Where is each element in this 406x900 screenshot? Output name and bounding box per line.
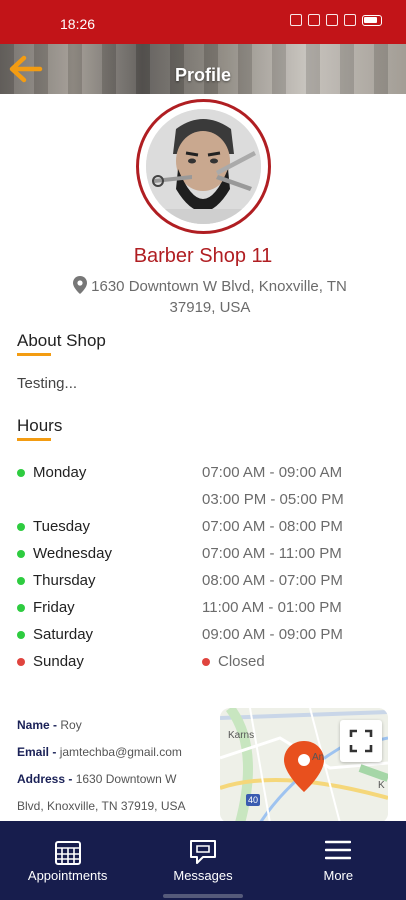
signal-icon: [344, 14, 356, 26]
gesture-handle: [163, 894, 243, 898]
open-status-dot: [17, 604, 25, 612]
nav-appointments-label: Appointments: [27, 868, 108, 883]
hours-day: Wednesday: [33, 545, 112, 562]
about-underline: [17, 353, 51, 356]
map-route-shield: 40: [248, 795, 259, 805]
contact-email[interactable]: jamtechba@gmail.com: [60, 745, 182, 759]
hours-row: Thursday 08:00 AM - 07:00 PM: [0, 569, 406, 593]
fullscreen-icon: [349, 729, 373, 753]
hours-time: 07:00 AM - 08:00 PM: [202, 518, 343, 535]
shop-address-text: 1630 Downtown W Blvd, Knoxville, TN 3791…: [91, 278, 347, 316]
hours-time: 07:00 AM - 11:00 PM: [202, 545, 342, 562]
contact-details: Name - Roy Email - jamtechba@gmail.com A…: [17, 712, 212, 820]
status-bar: 18:26: [0, 0, 406, 44]
location-map[interactable]: Karns An K 40: [220, 708, 388, 823]
open-status-dot: [17, 523, 25, 531]
contact-name-row: Name - Roy: [17, 712, 212, 739]
hours-day: Saturday: [33, 626, 94, 643]
open-status-dot: [17, 631, 25, 639]
shop-name: Barber Shop 11: [133, 245, 273, 267]
fullscreen-button[interactable]: [340, 720, 382, 762]
shop-avatar-frame: [136, 99, 271, 234]
hours-row: Sunday Closed: [0, 650, 406, 674]
hours-time: 03:00 PM - 05:00 PM: [202, 491, 344, 508]
calendar-icon: [54, 841, 81, 865]
page-title: Profile: [174, 65, 231, 85]
closed-status-dot: [17, 658, 25, 666]
map-label-k: K: [378, 780, 385, 791]
status-time: 18:26: [60, 16, 96, 32]
about-text: Testing...: [17, 375, 78, 392]
nav-more[interactable]: More: [271, 821, 406, 900]
hours-title: Hours: [17, 416, 63, 435]
hours-row: 03:00 PM - 05:00 PM: [0, 488, 406, 512]
contact-address-line2: Blvd, Knoxville, TN 37919, USA: [17, 799, 186, 813]
nav-messages-label: Messages: [173, 868, 233, 883]
hours-time: 11:00 AM - 01:00 PM: [202, 599, 342, 616]
avatar: [146, 109, 261, 224]
map-label-an: An: [312, 752, 325, 763]
nav-more-label: More: [323, 868, 354, 883]
hours-day: Monday: [33, 464, 87, 481]
hours-row: Wednesday 07:00 AM - 11:00 PM: [0, 542, 406, 566]
hours-row: Tuesday 07:00 AM - 08:00 PM: [0, 515, 406, 539]
closed-status-dot: [202, 658, 210, 666]
about-shop-title: About Shop: [17, 331, 106, 350]
battery-icon: [362, 14, 382, 26]
email-label: Email -: [17, 745, 57, 759]
open-status-dot: [17, 550, 25, 558]
hours-time: 07:00 AM - 09:00 AM: [202, 464, 343, 481]
hours-row: Saturday 09:00 AM - 09:00 PM: [0, 623, 406, 647]
hours-time: 08:00 AM - 07:00 PM: [202, 572, 343, 589]
wifi-icon: [326, 14, 338, 26]
map-label-karns: Karns: [228, 730, 255, 741]
contact-address-row: Address - 1630 Downtown W: [17, 766, 212, 793]
hours-day: Thursday: [33, 572, 96, 589]
header-banner: Profile: [0, 44, 406, 94]
hours-time: 09:00 AM - 09:00 PM: [202, 626, 343, 643]
open-status-dot: [17, 577, 25, 585]
hours-row: Friday 11:00 AM - 01:00 PM: [0, 596, 406, 620]
barber-portrait-image: [146, 109, 261, 224]
hours-row: Monday 07:00 AM - 09:00 AM: [0, 461, 406, 485]
hours-day: Friday: [33, 599, 75, 616]
nav-appointments[interactable]: Appointments: [0, 821, 135, 900]
bottom-navigation: Appointments Messages More: [0, 821, 406, 900]
nav-messages[interactable]: Messages: [135, 821, 270, 900]
name-label: Name -: [17, 718, 58, 732]
menu-icon: [325, 840, 352, 860]
contact-name: Roy: [60, 718, 82, 732]
status-icons: [290, 14, 382, 26]
hours-underline: [17, 438, 51, 441]
contact-email-row: Email - jamtechba@gmail.com: [17, 739, 212, 766]
hours-day: Tuesday: [33, 518, 90, 535]
network-icon: [308, 14, 320, 26]
address-label: Address -: [17, 772, 73, 786]
hours-closed-text: Closed: [218, 653, 265, 670]
open-status-dot: [17, 469, 25, 477]
contact-address-line1: 1630 Downtown W: [75, 772, 177, 786]
shop-address: 1630 Downtown W Blvd, Knoxville, TN 3791…: [60, 276, 360, 318]
message-icon: [189, 840, 216, 864]
location-pin-icon: [73, 276, 88, 294]
vibrate-icon: [290, 14, 302, 26]
hours-day: Sunday: [33, 653, 84, 670]
